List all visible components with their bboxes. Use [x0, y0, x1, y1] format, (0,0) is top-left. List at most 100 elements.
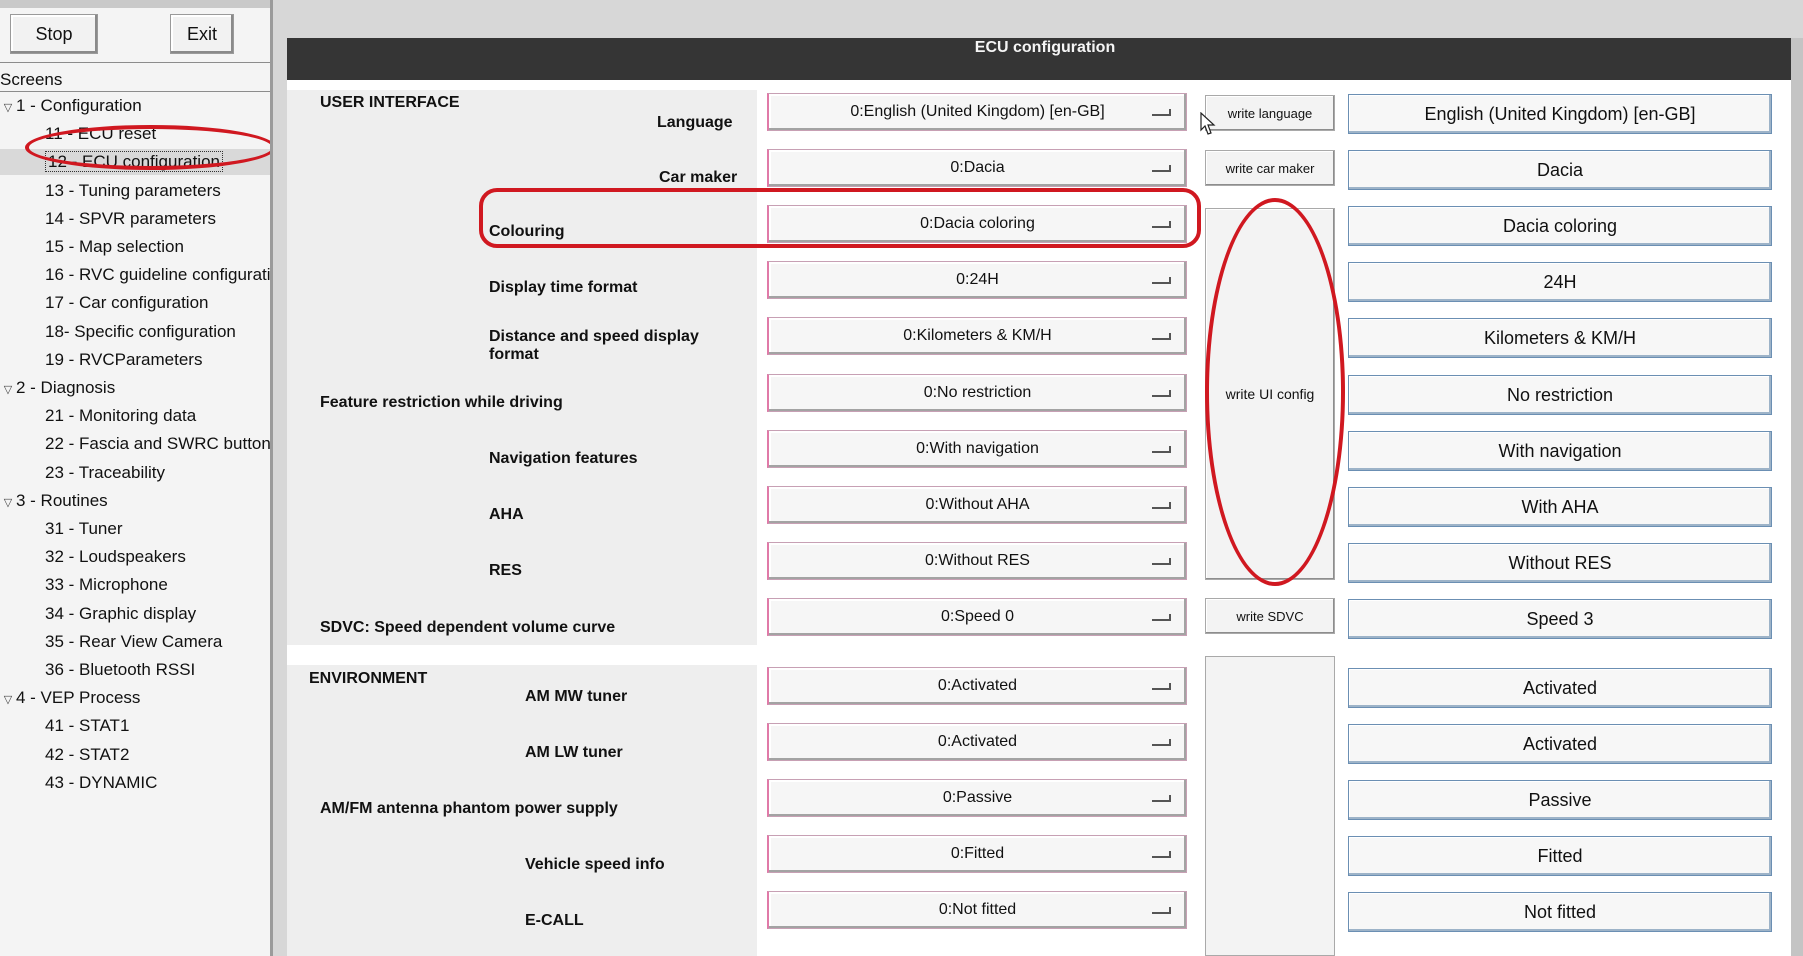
tree-group[interactable]: ▽ 3 - Routines: [0, 488, 270, 514]
dropdown-arrow-icon[interactable]: [1150, 553, 1172, 569]
dropdown-arrow-icon[interactable]: [1150, 902, 1172, 918]
dropdown-arrow-icon[interactable]: [1150, 160, 1172, 176]
dropdown-arrow-icon[interactable]: [1150, 385, 1172, 401]
current-value-box: Passive: [1348, 780, 1772, 820]
dropdown-arrow-icon[interactable]: [1150, 846, 1172, 862]
screens-header-divider: [0, 91, 270, 92]
tree-item[interactable]: 43 - DYNAMIC: [0, 770, 270, 796]
dropdown-selected-value: 0:With navigation: [916, 440, 1039, 457]
tree-item-label: 18- Specific configuration: [45, 322, 236, 341]
dropdown-arrow-icon[interactable]: [1150, 272, 1172, 288]
collapse-arrow-icon[interactable]: ▽: [0, 377, 16, 401]
dropdown-arrow-icon[interactable]: [1150, 441, 1172, 457]
tree-item[interactable]: 31 - Tuner: [0, 516, 270, 542]
field-dropdown[interactable]: 0:Passive: [767, 779, 1187, 817]
tree-item-label: 16 - RVC guideline configurati: [45, 265, 270, 284]
field-dropdown[interactable]: 0:24H: [767, 261, 1187, 299]
field-label: Vehicle speed info: [525, 856, 665, 873]
vertical-scrollbar[interactable]: [1791, 38, 1803, 956]
field-dropdown[interactable]: 0:Dacia coloring: [767, 205, 1187, 243]
field-dropdown[interactable]: 0:Without RES: [767, 542, 1187, 580]
field-dropdown[interactable]: 0:Activated: [767, 723, 1187, 761]
tree-item[interactable]: 13 - Tuning parameters: [0, 178, 270, 204]
dropdown-selected-value: 0:Without AHA: [925, 496, 1030, 513]
field-label: Distance and speed display format: [489, 328, 699, 363]
page-title: ECU configuration: [287, 38, 1803, 80]
tree-item[interactable]: 34 - Graphic display: [0, 601, 270, 627]
dropdown-arrow-icon[interactable]: [1150, 216, 1172, 232]
field-dropdown[interactable]: 0:Not fitted: [767, 891, 1187, 929]
dropdown-arrow-icon[interactable]: [1150, 609, 1172, 625]
tree-item-label: 17 - Car configuration: [45, 293, 209, 312]
field-dropdown[interactable]: 0:English (United Kingdom) [en-GB]: [767, 93, 1187, 131]
field-dropdown[interactable]: 0:Without AHA: [767, 486, 1187, 524]
tree-item[interactable]: 17 - Car configuration: [0, 290, 270, 316]
current-value-box: Dacia coloring: [1348, 206, 1772, 246]
screens-pane: Stop Exit Screens ▽ 1 - Configuration 11 -…: [0, 0, 276, 956]
tree-item-label: 32 - Loudspeakers: [45, 547, 186, 566]
collapse-arrow-icon[interactable]: ▽: [0, 490, 16, 514]
tree-item-label: 33 - Microphone: [45, 575, 168, 594]
tree-item[interactable]: 11 - ECU reset: [0, 121, 270, 147]
tree-group[interactable]: ▽ 1 - Configuration: [0, 93, 270, 119]
current-value-box: Not fitted: [1348, 892, 1772, 932]
dropdown-arrow-icon[interactable]: [1150, 497, 1172, 513]
field-dropdown[interactable]: 0:Dacia: [767, 149, 1187, 187]
field-dropdown[interactable]: 0:Kilometers & KM/H: [767, 317, 1187, 355]
stop-button[interactable]: Stop: [10, 14, 98, 54]
tree-item-label: 21 - Monitoring data: [45, 406, 197, 425]
field-dropdown[interactable]: 0:With navigation: [767, 430, 1187, 468]
tree-item[interactable]: 36 - Bluetooth RSSI: [0, 657, 270, 683]
tree-group[interactable]: ▽ 2 - Diagnosis: [0, 375, 270, 401]
field-dropdown[interactable]: 0:Activated: [767, 667, 1187, 705]
field-label: Feature restriction while driving: [320, 394, 563, 411]
tree-item[interactable]: 12 - ECU configuration: [0, 149, 270, 175]
tree-item[interactable]: 42 - STAT2: [0, 742, 270, 768]
field-label: AHA: [489, 506, 524, 523]
tree-item[interactable]: 15 - Map selection: [0, 234, 270, 260]
field-dropdown[interactable]: 0:Speed 0: [767, 598, 1187, 636]
write-car-maker-button[interactable]: write car maker: [1205, 150, 1335, 186]
field-dropdown[interactable]: 0:No restriction: [767, 374, 1187, 412]
collapse-arrow-icon[interactable]: ▽: [0, 687, 16, 711]
tree-item-label: 34 - Graphic display: [45, 604, 197, 623]
dropdown-arrow-icon[interactable]: [1150, 734, 1172, 750]
current-value-box: English (United Kingdom) [en-GB]: [1348, 94, 1772, 134]
tree-item[interactable]: 14 - SPVR parameters: [0, 206, 270, 232]
toolbar-divider: [0, 62, 270, 63]
field-label: Navigation features: [489, 450, 638, 467]
tree-item[interactable]: 32 - Loudspeakers: [0, 544, 270, 570]
collapse-arrow-icon[interactable]: ▽: [0, 95, 16, 119]
dropdown-selected-value: 0:Speed 0: [941, 608, 1014, 625]
tree-item[interactable]: 18- Specific configuration: [0, 319, 270, 345]
tree-item[interactable]: 35 - Rear View Camera: [0, 629, 270, 655]
write-sdvc-button[interactable]: write SDVC: [1205, 598, 1335, 634]
tree-group[interactable]: ▽ 4 - VEP Process: [0, 685, 270, 711]
dropdown-arrow-icon[interactable]: [1150, 790, 1172, 806]
dropdown-selected-value: 0:Passive: [942, 789, 1013, 806]
field-label: SDVC: Speed dependent volume curve: [320, 619, 616, 636]
write-language-button[interactable]: write language: [1205, 95, 1335, 131]
field-label: Language: [657, 114, 733, 131]
window-top-strip: [0, 0, 273, 8]
tree-item-label: 36 - Bluetooth RSSI: [45, 660, 196, 679]
dropdown-arrow-icon[interactable]: [1150, 328, 1172, 344]
tree-item-label: 13 - Tuning parameters: [45, 181, 221, 200]
write-ui-config-button[interactable]: write UI config: [1205, 208, 1335, 580]
tree-item[interactable]: 19 - RVCParameters: [0, 347, 270, 373]
tree-item[interactable]: 33 - Microphone: [0, 572, 270, 598]
exit-button[interactable]: Exit: [170, 14, 234, 54]
dropdown-arrow-icon[interactable]: [1150, 104, 1172, 120]
current-value-box: With navigation: [1348, 431, 1772, 471]
field-dropdown[interactable]: 0:Fitted: [767, 835, 1187, 873]
environment-write-panel: [1205, 656, 1335, 956]
tree-item-label: 14 - SPVR parameters: [45, 209, 217, 228]
tree-item[interactable]: 23 - Traceability: [0, 460, 270, 486]
tree-item[interactable]: 22 - Fascia and SWRC buttons: [0, 431, 270, 457]
tree-item-label: 11 - ECU reset: [45, 124, 157, 143]
tree-item[interactable]: 41 - STAT1: [0, 713, 270, 739]
current-value-box: No restriction: [1348, 375, 1772, 415]
tree-item[interactable]: 16 - RVC guideline configurati: [0, 262, 270, 288]
dropdown-arrow-icon[interactable]: [1150, 678, 1172, 694]
tree-item[interactable]: 21 - Monitoring data: [0, 403, 270, 429]
